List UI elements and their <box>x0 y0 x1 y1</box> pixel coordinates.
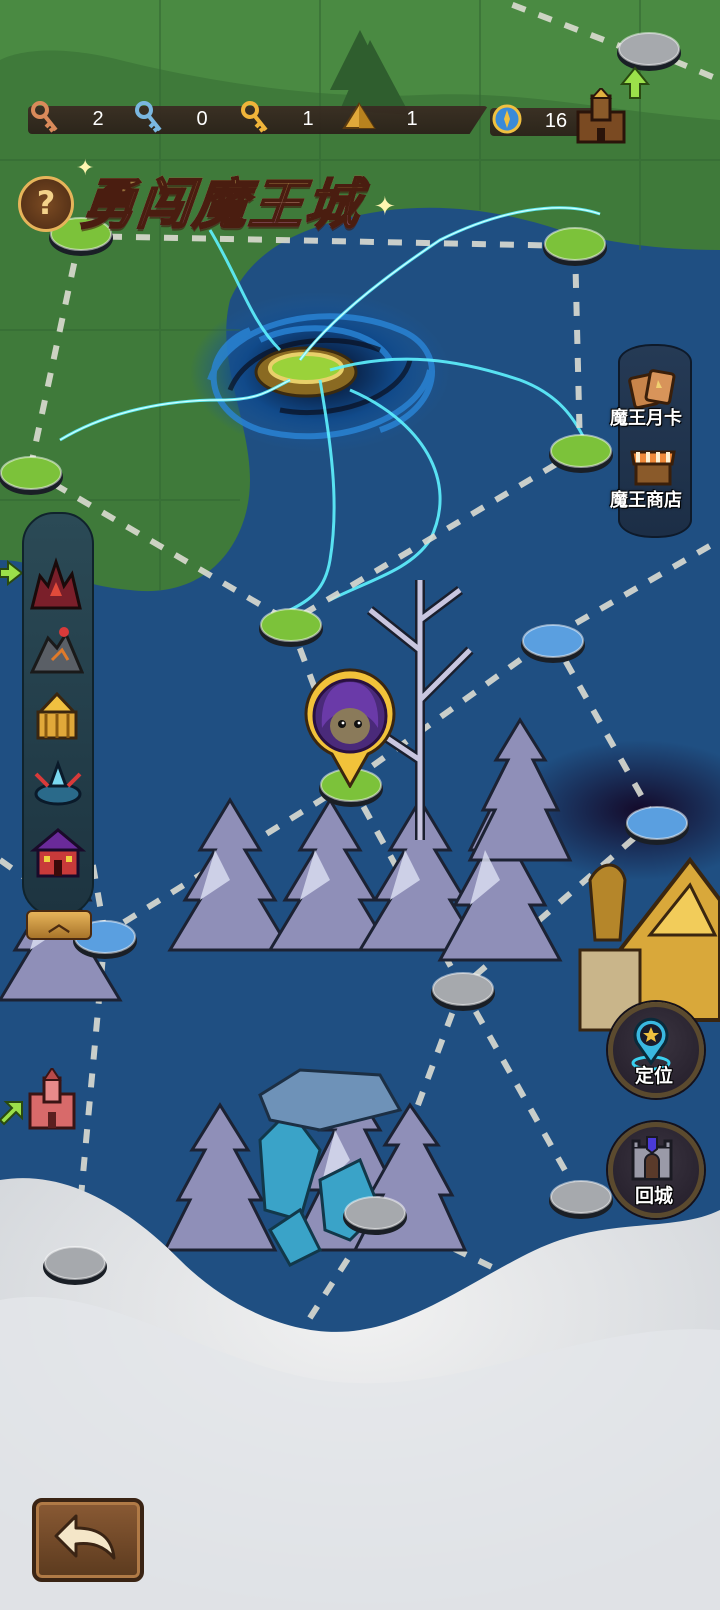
resource-badge-group: 16 <box>490 86 640 144</box>
chevron-up-icon: ︿ <box>47 912 70 937</box>
green-arrow-icon <box>0 559 24 590</box>
blue-badge-icon <box>490 102 524 140</box>
badge-count: 16 <box>544 109 568 132</box>
collapse-menu-button[interactable]: ︿ <box>26 910 92 940</box>
golden-temple-icon[interactable] <box>30 691 84 746</box>
map-node-locked[interactable] <box>430 968 496 1010</box>
game-screen: 2 0 1 1 16 ? 勇闯魔王城 ✦ ✦ 魔王月卡 魔王商店 ︿ 定位 回城 <box>0 0 720 1610</box>
resource-bronze-key: 2 <box>28 98 118 140</box>
bronze-key-icon <box>28 100 62 138</box>
pyramid-icon <box>342 100 376 138</box>
dark-castle-icon[interactable] <box>574 86 628 148</box>
gold-key-icon <box>238 100 272 138</box>
shop-label: 魔王商店 <box>610 490 682 511</box>
silver-key-count: 0 <box>196 107 208 130</box>
map-node-cleared[interactable] <box>258 604 324 646</box>
monthly-card-label: 魔王月卡 <box>610 408 682 429</box>
green-arrow-icon <box>0 1100 24 1130</box>
back-arrow-icon <box>52 1512 118 1566</box>
blue-key-icon <box>132 100 166 138</box>
sparkle-icon: ✦ <box>374 192 396 222</box>
event-title: 勇闯魔王城 <box>77 160 366 239</box>
player-avatar-marker[interactable] <box>302 668 398 790</box>
locate-button[interactable]: 定位 <box>608 1002 704 1098</box>
gold-key-count: 1 <box>302 107 314 130</box>
help-button[interactable]: ? <box>18 176 74 232</box>
locate-label: 定位 <box>635 1065 674 1087</box>
map-node-cleared[interactable] <box>542 224 608 264</box>
resource-pyramid: 1 <box>342 98 432 140</box>
pyramid-count: 1 <box>406 107 418 130</box>
map-node-cleared[interactable] <box>0 452 62 494</box>
map-node-available[interactable] <box>624 802 690 844</box>
resource-silver-key: 0 <box>132 98 222 140</box>
resource-bar: 2 0 1 1 <box>28 98 488 140</box>
dark-mountain-icon[interactable] <box>29 626 85 678</box>
return-city-button[interactable]: 回城 <box>608 1122 704 1218</box>
map-node-available[interactable] <box>520 620 586 662</box>
map-node-locked[interactable] <box>616 28 682 70</box>
sparkle-icon: ✦ <box>76 156 95 181</box>
return-city-label: 回城 <box>635 1185 674 1207</box>
crystal-tower-icon[interactable] <box>30 756 86 816</box>
map-node-locked[interactable] <box>42 1242 108 1284</box>
pink-castle-icon[interactable] <box>24 1066 80 1136</box>
map-node-locked[interactable] <box>548 1176 614 1218</box>
resource-badge: 16 <box>490 100 576 142</box>
bronze-key-count: 2 <box>92 107 104 130</box>
back-button[interactable] <box>32 1498 144 1582</box>
volcano-castle-icon[interactable] <box>28 556 84 616</box>
castle-gate-icon <box>627 1133 677 1187</box>
map-node-locked[interactable] <box>342 1192 408 1234</box>
resource-gold-key: 1 <box>238 98 328 140</box>
shop-button[interactable]: 魔王商店 <box>610 448 694 518</box>
monthly-card-button[interactable]: 魔王月卡 <box>610 366 694 436</box>
map-node-cleared[interactable] <box>548 430 614 472</box>
haunted-house-icon[interactable] <box>29 826 87 884</box>
